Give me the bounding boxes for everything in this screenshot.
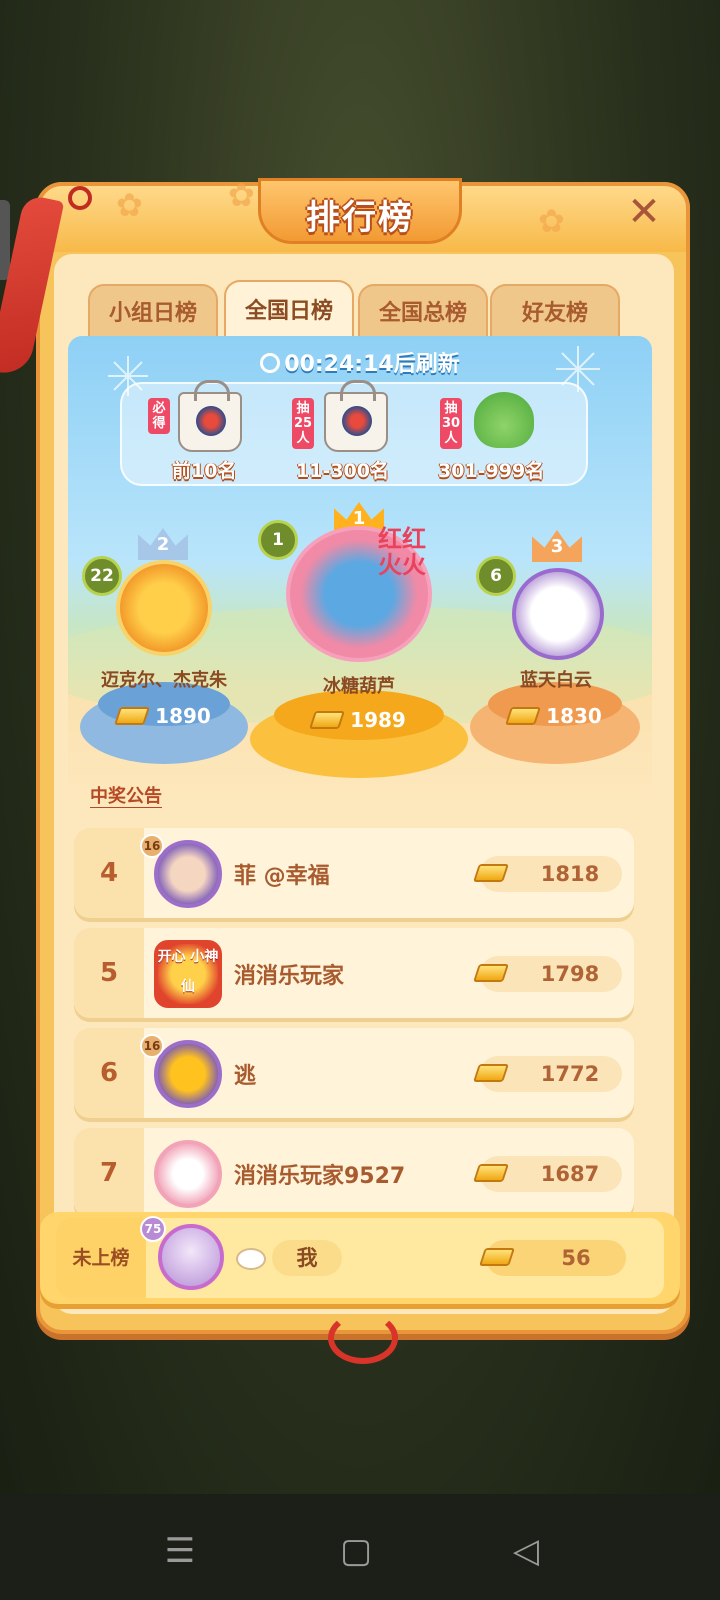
score-value: 1798 [540, 962, 600, 986]
podium-score-value: 1989 [350, 708, 406, 732]
my-rank-status: 未上榜 [56, 1218, 146, 1298]
gold-bar-icon [479, 1248, 515, 1266]
podium-score-value: 1830 [546, 704, 602, 728]
close-icon: ✕ [627, 189, 661, 235]
menu-icon[interactable]: ☰ [150, 1534, 210, 1568]
gold-bar-icon [473, 964, 509, 982]
podium-score-value: 1890 [155, 704, 211, 728]
flower-decor-icon: ✿ [116, 186, 143, 224]
announcement-link[interactable]: 中奖公告 [90, 782, 162, 808]
my-name: 我 [272, 1240, 342, 1276]
score-pill: 56 [479, 1240, 626, 1276]
refresh-suffix: 后刷新 [393, 352, 460, 377]
gift-bag-icon [178, 380, 242, 452]
level-badge: 1 [258, 520, 298, 560]
home-icon[interactable]: ▢ [326, 1534, 386, 1568]
rank-number: 5 [74, 928, 144, 1018]
rank-number: 7 [74, 1128, 144, 1218]
score-value: 1818 [540, 862, 600, 886]
my-rank-row[interactable]: 未上榜 75 我 56 [40, 1212, 680, 1304]
prize-tag: 抽30人 [440, 398, 462, 449]
score-pill: 1687 [473, 1156, 622, 1192]
panel-title: 排行榜 [306, 198, 414, 238]
gift-bag-icon [324, 380, 388, 452]
avatar-frame-text: 红红火火 [378, 525, 426, 579]
tab-national-total[interactable]: 全国总榜 [358, 284, 488, 340]
player-name: 菲 @幸福 [234, 864, 330, 889]
table-row[interactable]: 6 16 逃 1772 [74, 1028, 634, 1118]
player-name: 逃 [234, 1064, 257, 1089]
refresh-time: 00:24:14 [284, 352, 394, 377]
score-pill: 1818 [473, 856, 622, 892]
level-badge: 22 [82, 556, 122, 596]
avatar[interactable] [154, 1040, 222, 1108]
podium-name: 迈克尔、杰克朱 [101, 670, 227, 691]
clock-icon [260, 353, 281, 373]
player-name: 消消乐玩家 [234, 964, 345, 989]
score-value: 1772 [540, 1062, 600, 1086]
podium-score: 1830 [488, 704, 622, 728]
podium-rank: 3 [550, 536, 564, 557]
avatar[interactable] [116, 560, 212, 656]
level-badge: 6 [476, 556, 516, 596]
gold-bar-icon [505, 707, 542, 725]
gold-bar-icon [473, 1064, 509, 1082]
score-pill: 1798 [473, 956, 622, 992]
avatar-frame-text: 开心 小神仙 [157, 949, 219, 995]
rank-number: 4 [74, 828, 144, 918]
avatar[interactable] [154, 1140, 222, 1208]
ribbon-ring-decor [68, 186, 92, 210]
tab-group-daily[interactable]: 小组日榜 [88, 284, 218, 340]
system-nav-bar: ☰ ▢ ◁ [0, 1494, 720, 1600]
table-row[interactable]: 5 开心 小神仙 消消乐玩家 1798 [74, 928, 634, 1018]
back-icon[interactable]: ◁ [496, 1534, 556, 1568]
flower-decor-icon: ✿ [538, 202, 565, 240]
podium-score: 1989 [274, 708, 444, 732]
rank-number: 6 [74, 1028, 144, 1118]
prize-label: 前10名 [172, 460, 237, 482]
avatar[interactable] [512, 568, 604, 660]
gold-bar-icon [473, 1164, 509, 1182]
table-row[interactable]: 7 消消乐玩家9527 1687 [74, 1128, 634, 1218]
avatar[interactable] [158, 1224, 224, 1290]
prize-tag: 必得 [148, 398, 170, 434]
score-pill: 1772 [473, 1056, 622, 1092]
podium-name: 冰糖葫芦 [323, 676, 395, 697]
prize-label: 11-300名 [296, 460, 389, 482]
table-row[interactable]: 4 16 菲 @幸福 1818 [74, 828, 634, 918]
avatar[interactable] [154, 840, 222, 908]
gold-bar-icon [473, 864, 509, 882]
level-badge: 16 [140, 834, 164, 858]
prize-tag: 抽25人 [292, 398, 314, 449]
flower-decor-icon: ✿ [228, 176, 255, 214]
ribbon-ring-decor [328, 1312, 398, 1364]
gold-bar-icon [114, 707, 151, 725]
podium-rank: 2 [156, 534, 170, 555]
score-value: 56 [561, 1246, 591, 1270]
refresh-timer: 00:24:14后刷新 [68, 346, 652, 378]
bunny-icon [236, 1248, 266, 1270]
podium-score: 1890 [98, 704, 230, 728]
tab-friends[interactable]: 好友榜 [490, 284, 620, 340]
prize-label: 301-999名 [438, 460, 545, 482]
level-badge: 16 [140, 1034, 164, 1058]
podium-name: 蓝天白云 [520, 670, 592, 691]
gold-bar-icon [309, 711, 346, 729]
player-name: 消消乐玩家9527 [234, 1164, 406, 1189]
score-value: 1687 [540, 1162, 600, 1186]
tab-national-daily[interactable]: 全国日榜 [224, 280, 354, 340]
close-button[interactable]: ✕ [622, 190, 666, 234]
level-badge: 75 [140, 1216, 166, 1242]
frog-plush-icon [474, 392, 534, 448]
